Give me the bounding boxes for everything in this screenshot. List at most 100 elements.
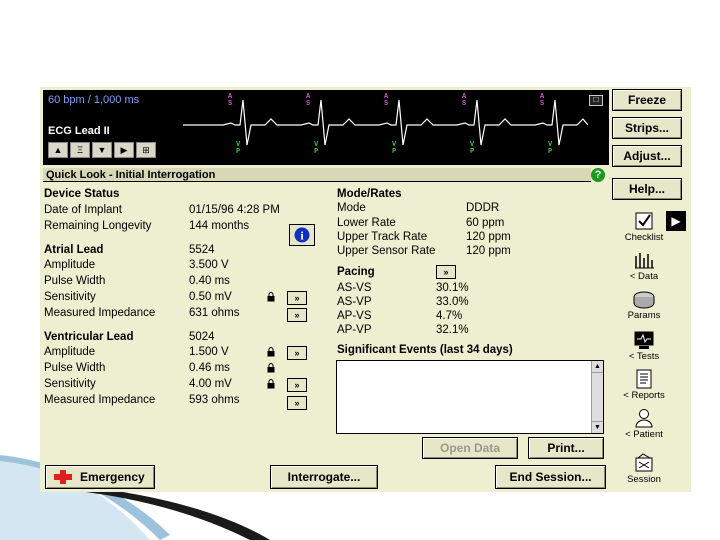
sidebar-patient-label: < Patient <box>625 429 663 440</box>
atrial-sensitivity-lock-icon <box>267 292 275 302</box>
atrial-sensitivity-detail-button[interactable]: » <box>287 291 307 305</box>
lower-rate-label: Lower Rate <box>337 217 396 229</box>
ecg-play-button[interactable]: ▶ <box>114 142 134 158</box>
significant-events-heading: Significant Events (last 34 days) <box>337 344 513 356</box>
sidebar-item-checklist[interactable]: Checklist <box>613 211 675 243</box>
sidebar-data-label: < Data <box>629 271 659 282</box>
sidebar-item-tests[interactable]: < Tests <box>613 330 675 362</box>
ecg-atrial-sense-marker: AS <box>384 93 389 108</box>
pacing-as-vp-label: AS-VP <box>337 296 372 308</box>
sidebar-item-session[interactable]: Session <box>613 453 675 485</box>
red-cross-icon <box>54 470 72 484</box>
remaining-longevity-value: 144 months <box>189 220 250 232</box>
ecg-atrial-sense-marker: AS <box>540 93 545 108</box>
reports-icon <box>636 369 652 389</box>
lower-rate-value: 60 ppm <box>466 217 505 229</box>
help-question-icon[interactable]: ? <box>591 168 605 182</box>
page-title: Quick Look - Initial Interrogation <box>43 168 591 182</box>
sidebar-params-label: Params <box>627 310 661 321</box>
ecg-close-box-icon[interactable]: □ <box>589 95 603 106</box>
emergency-button[interactable]: Emergency <box>45 465 155 489</box>
ecg-up-button[interactable]: ▲ <box>48 142 68 158</box>
date-of-implant-value: 01/15/96 4:28 PM <box>189 204 280 216</box>
sidebar-item-data[interactable]: < Data <box>613 250 675 282</box>
ecg-rate-readout: 60 bpm / 1,000 ms <box>48 94 140 106</box>
sidebar-item-params[interactable]: Params <box>613 291 675 321</box>
ventricular-impedance-detail-button[interactable]: » <box>287 396 307 410</box>
pacing-detail-button[interactable]: » <box>436 265 456 279</box>
strips-button[interactable]: Strips... <box>612 117 682 139</box>
ventricular-impedance-value: 593 ohms <box>189 394 240 406</box>
pacemaker-programmer-window: 60 bpm / 1,000 ms ECG Lead II AS VP AS VP AS… <box>40 87 691 492</box>
atrial-lead-heading: Atrial Lead <box>44 244 104 256</box>
significant-events-list[interactable]: ▲ ▼ <box>336 360 604 434</box>
ventricular-pulse-width-value: 0.46 ms <box>189 362 230 374</box>
data-chart-icon <box>635 253 654 269</box>
pacing-as-vs-value: 30.1% <box>436 282 469 294</box>
sidebar-session-label: Session <box>627 474 661 485</box>
help-button[interactable]: Help... <box>612 178 682 200</box>
ecg-down-button[interactable]: ▼ <box>92 142 112 158</box>
ventricular-sensitivity-value: 4.00 mV <box>189 378 232 390</box>
device-info-button[interactable]: i <box>289 224 315 246</box>
sidebar-checklist-label: Checklist <box>624 232 664 243</box>
ecg-ventricular-pace-marker: VP <box>236 141 241 156</box>
sidebar-item-reports[interactable]: < Reports <box>613 369 675 401</box>
emergency-label: Emergency <box>80 470 145 484</box>
pacing-ap-vp-value: 32.1% <box>436 324 469 336</box>
ventricular-pulse-width-lock-icon <box>267 363 275 373</box>
ecg-display: 60 bpm / 1,000 ms ECG Lead II AS VP AS VP AS… <box>43 90 609 165</box>
ventricular-amplitude-label: Amplitude <box>44 346 96 358</box>
ecg-expand-button[interactable]: ⊞ <box>136 142 156 158</box>
ventricular-amplitude-value: 1.500 V <box>189 346 229 358</box>
ventricular-amplitude-detail-button[interactable]: » <box>287 346 307 360</box>
ventricular-sensitivity-detail-button[interactable]: » <box>287 378 307 392</box>
upper-sensor-rate-label: Upper Sensor Rate <box>337 245 436 257</box>
ecg-filter-button[interactable]: Ξ <box>70 142 90 158</box>
end-session-button[interactable]: End Session... <box>495 465 606 489</box>
sidebar-reports-label: < Reports <box>623 390 665 401</box>
params-icon <box>633 291 655 309</box>
ventricular-sensitivity-label: Sensitivity <box>44 378 96 390</box>
atrial-impedance-detail-button[interactable]: » <box>287 308 307 322</box>
atrial-lead-model: 5524 <box>189 244 215 256</box>
sidebar-item-patient[interactable]: < Patient <box>613 408 675 440</box>
ecg-ventricular-pace-marker: VP <box>548 141 553 156</box>
ventricular-impedance-label: Measured Impedance <box>44 394 156 406</box>
pacing-ap-vs-value: 4.7% <box>436 310 463 322</box>
ventricular-lead-heading: Ventricular Lead <box>44 331 134 343</box>
adjust-button[interactable]: Adjust... <box>612 145 682 167</box>
ecg-atrial-sense-marker: AS <box>306 93 311 108</box>
ventricular-pulse-width-label: Pulse Width <box>44 362 106 374</box>
upper-track-rate-label: Upper Track Rate <box>337 231 428 243</box>
events-scrollbar[interactable]: ▲ ▼ <box>591 361 603 433</box>
tests-monitor-icon <box>634 331 654 349</box>
print-button[interactable]: Print... <box>528 437 604 459</box>
upper-track-rate-value: 120 ppm <box>466 231 511 243</box>
open-data-button[interactable]: Open Data <box>422 437 518 459</box>
mode-rates-heading: Mode/Rates <box>337 188 402 200</box>
ecg-lead-label: ECG Lead II <box>48 125 110 137</box>
mode-label: Mode <box>337 202 366 214</box>
scroll-up-icon[interactable]: ▲ <box>592 361 603 373</box>
pacing-ap-vs-label: AP-VS <box>337 310 372 322</box>
mode-value: DDDR <box>466 202 500 214</box>
info-icon: i <box>294 227 310 243</box>
date-of-implant-label: Date of Implant <box>44 204 122 216</box>
pacing-heading: Pacing <box>337 266 375 278</box>
patient-icon <box>635 409 653 428</box>
freeze-button[interactable]: Freeze <box>612 89 682 111</box>
upper-sensor-rate-value: 120 ppm <box>466 245 511 257</box>
ventricular-sensitivity-lock-icon <box>267 379 275 389</box>
device-status-heading: Device Status <box>44 188 120 200</box>
ecg-ventricular-pace-marker: VP <box>314 141 319 156</box>
interrogate-button[interactable]: Interrogate... <box>270 465 378 489</box>
sidebar-tests-label: < Tests <box>628 351 660 362</box>
ecg-ventricular-pace-marker: VP <box>392 141 397 156</box>
atrial-pulse-width-label: Pulse Width <box>44 275 106 287</box>
session-icon <box>635 453 653 472</box>
atrial-impedance-value: 631 ohms <box>189 307 240 319</box>
scroll-down-icon[interactable]: ▼ <box>592 421 603 433</box>
pacing-as-vs-label: AS-VS <box>337 282 372 294</box>
ecg-atrial-sense-marker: AS <box>228 93 233 108</box>
